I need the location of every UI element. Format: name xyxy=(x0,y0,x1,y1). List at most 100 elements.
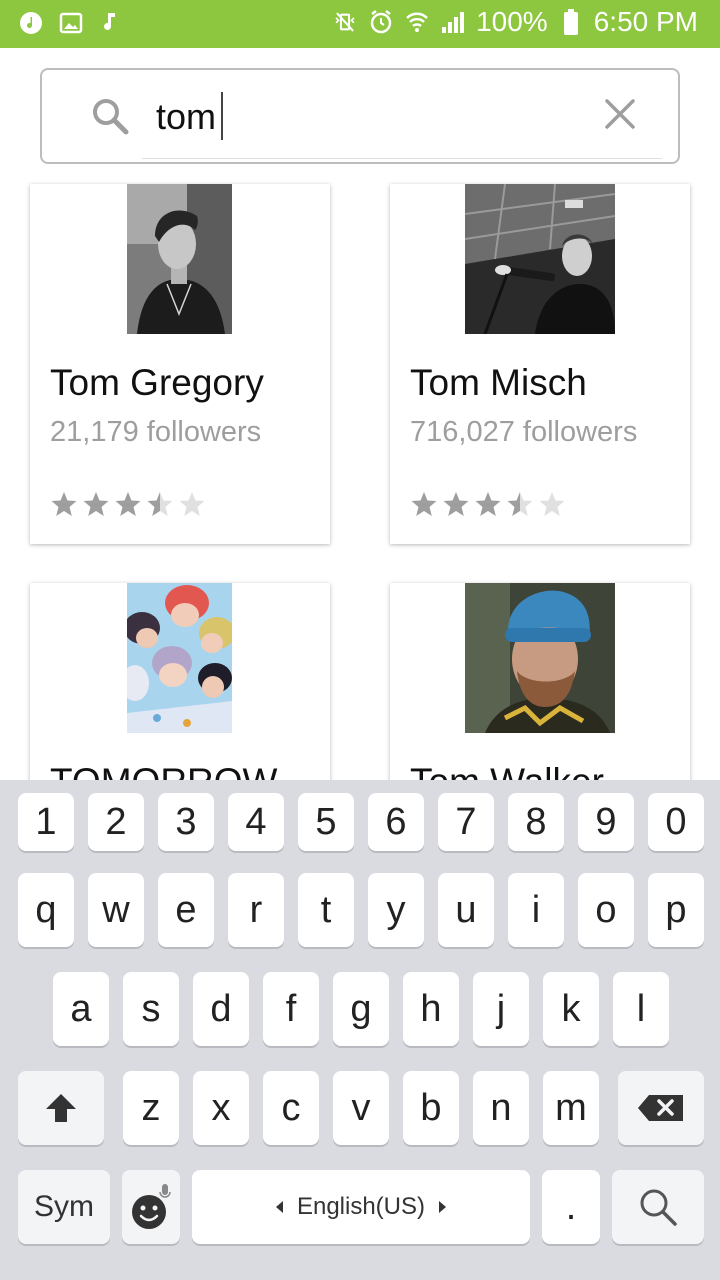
close-icon[interactable] xyxy=(604,98,636,130)
follower-count: 21,179 followers xyxy=(50,416,262,448)
key-label: o xyxy=(595,888,617,931)
key-f[interactable]: f xyxy=(263,972,319,1046)
sym-key[interactable]: Sym xyxy=(18,1170,110,1244)
key-x[interactable]: x xyxy=(193,1071,249,1145)
follower-count: 716,027 followers xyxy=(410,416,638,448)
key-s[interactable]: s xyxy=(123,972,179,1046)
language-left-arrow-icon xyxy=(275,1201,283,1213)
key-i[interactable]: i xyxy=(508,873,564,947)
key-label: 8 xyxy=(525,800,547,843)
key-label: d xyxy=(210,987,232,1030)
key-u[interactable]: u xyxy=(438,873,494,947)
key-label: 2 xyxy=(105,800,127,843)
key-a[interactable]: a xyxy=(53,972,109,1046)
key-h[interactable]: h xyxy=(403,972,459,1046)
key-label: f xyxy=(285,987,297,1030)
emoji-icon xyxy=(132,1184,171,1229)
key-z[interactable]: z xyxy=(123,1071,179,1145)
artist-card[interactable]: Tom Misch 716,027 followers xyxy=(390,184,690,544)
key-m[interactable]: m xyxy=(543,1071,599,1145)
space-key-content: English(US) xyxy=(275,1193,447,1221)
key-q[interactable]: q xyxy=(18,873,74,947)
key-j[interactable]: j xyxy=(473,972,529,1046)
search-underline xyxy=(142,158,662,159)
key-2[interactable]: 2 xyxy=(88,793,144,851)
alarm-icon xyxy=(368,9,394,35)
sym-label: Sym xyxy=(34,1190,94,1223)
key-9[interactable]: 9 xyxy=(578,793,634,851)
signal-icon xyxy=(440,9,466,35)
image-icon xyxy=(58,10,84,36)
key-w[interactable]: w xyxy=(88,873,144,947)
space-key[interactable]: English(US) xyxy=(192,1170,530,1244)
key-8[interactable]: 8 xyxy=(508,793,564,851)
artist-photo xyxy=(465,184,615,334)
key-label: l xyxy=(636,987,646,1030)
key-label: z xyxy=(141,1086,161,1129)
key-label: 4 xyxy=(245,800,267,843)
key-v[interactable]: v xyxy=(333,1071,389,1145)
key-label: x xyxy=(211,1086,231,1129)
key-7[interactable]: 7 xyxy=(438,793,494,851)
key-label: g xyxy=(350,987,372,1030)
period-label: . xyxy=(565,1185,577,1228)
wifi-icon xyxy=(404,9,430,35)
key-0[interactable]: 0 xyxy=(648,793,704,851)
key-g[interactable]: g xyxy=(333,972,389,1046)
star-rating xyxy=(50,490,206,523)
key-n[interactable]: n xyxy=(473,1071,529,1145)
key-label: s xyxy=(141,987,161,1030)
key-5[interactable]: 5 xyxy=(298,793,354,851)
key-label: h xyxy=(420,987,442,1030)
battery-icon xyxy=(558,9,584,35)
key-3[interactable]: 3 xyxy=(158,793,214,851)
backspace-key[interactable] xyxy=(618,1071,704,1145)
key-label: k xyxy=(561,987,581,1030)
star-filled-icon xyxy=(474,490,502,523)
star-half-icon xyxy=(506,490,534,523)
key-y[interactable]: y xyxy=(368,873,424,947)
period-key[interactable]: . xyxy=(542,1170,600,1244)
shift-key[interactable] xyxy=(18,1071,104,1145)
key-label: q xyxy=(35,888,57,931)
key-p[interactable]: p xyxy=(648,873,704,947)
key-k[interactable]: k xyxy=(543,972,599,1046)
key-label: 1 xyxy=(35,800,57,843)
key-label: 6 xyxy=(385,800,407,843)
clock: 6:50 PM xyxy=(593,6,698,37)
key-o[interactable]: o xyxy=(578,873,634,947)
star-filled-icon xyxy=(114,490,142,523)
star-empty-icon xyxy=(178,490,206,523)
search-bar[interactable]: tom xyxy=(40,68,680,164)
emoji-key[interactable] xyxy=(122,1170,180,1244)
key-6[interactable]: 6 xyxy=(368,793,424,851)
music-note-icon xyxy=(98,10,124,36)
key-1[interactable]: 1 xyxy=(18,793,74,851)
key-r[interactable]: r xyxy=(228,873,284,947)
star-rating xyxy=(410,490,566,523)
key-4[interactable]: 4 xyxy=(228,793,284,851)
key-b[interactable]: b xyxy=(403,1071,459,1145)
key-label: w xyxy=(102,888,130,931)
key-label: u xyxy=(455,888,477,931)
music-circle-icon xyxy=(18,10,44,36)
star-filled-icon xyxy=(82,490,110,523)
search-input[interactable]: tom xyxy=(156,92,576,142)
star-filled-icon xyxy=(410,490,438,523)
search-icon xyxy=(90,96,130,136)
key-e[interactable]: e xyxy=(158,873,214,947)
artist-photo xyxy=(465,583,615,733)
key-label: j xyxy=(496,987,506,1030)
artist-card[interactable]: Tom Gregory 21,179 followers xyxy=(30,184,330,544)
key-d[interactable]: d xyxy=(193,972,249,1046)
key-l[interactable]: l xyxy=(613,972,669,1046)
key-label: i xyxy=(531,888,541,931)
key-t[interactable]: t xyxy=(298,873,354,947)
artist-photo xyxy=(127,583,232,733)
key-c[interactable]: c xyxy=(263,1071,319,1145)
backspace-icon xyxy=(638,1095,683,1121)
search-key[interactable] xyxy=(612,1170,704,1244)
star-half-icon xyxy=(146,490,174,523)
keyboard-language-label: English(US) xyxy=(296,1193,426,1220)
key-label: y xyxy=(386,888,406,931)
